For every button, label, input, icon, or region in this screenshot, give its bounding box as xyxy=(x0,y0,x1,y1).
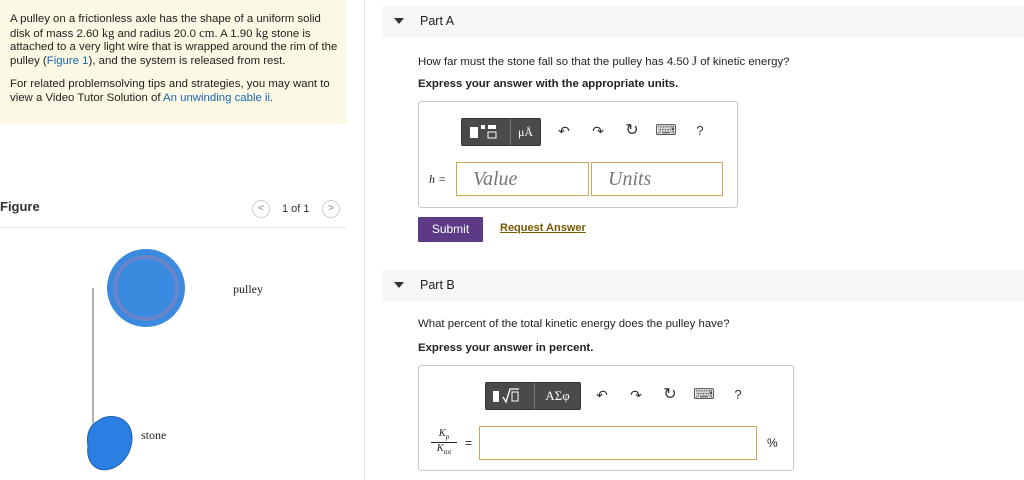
sqrt-templates-icon[interactable] xyxy=(486,383,534,409)
part-a-answer-box: μÅ ↶ ↷ ↻ ⌨ ? h = Value Units xyxy=(418,101,738,208)
toolbar-group: μÅ xyxy=(461,118,541,146)
tutor-paragraph: For related problemsolving tips and stra… xyxy=(10,78,330,104)
stone-label: stone xyxy=(141,428,167,442)
part-a-toolbar: μÅ ↶ ↷ ↻ ⌨ ? xyxy=(461,118,721,146)
equals-sign: = xyxy=(465,436,473,450)
figure-pager: < 1 of 1 > xyxy=(252,198,346,220)
pager-text: 1 of 1 xyxy=(282,203,310,215)
percent-input[interactable] xyxy=(479,426,757,460)
figure-title: Figure xyxy=(0,199,40,214)
fraction-numerator: Kp xyxy=(431,428,457,444)
stone-shape xyxy=(87,416,133,471)
fraction-label: Kp Ktot xyxy=(431,428,457,456)
pager-next-button[interactable]: > xyxy=(322,200,340,218)
part-b-answer-box: ΑΣφ ↶ ↷ ↻ ⌨ ? Kp Ktot = % xyxy=(418,365,794,471)
redo-icon[interactable]: ↷ xyxy=(587,118,609,144)
collapse-triangle-icon[interactable] xyxy=(394,282,404,288)
value-input[interactable]: Value xyxy=(456,162,589,196)
reset-icon[interactable]: ↻ xyxy=(621,118,643,144)
part-a-title: Part A xyxy=(420,14,455,28)
redo-icon[interactable]: ↷ xyxy=(625,382,647,408)
reset-icon[interactable]: ↻ xyxy=(659,382,681,408)
request-answer-link[interactable]: Request Answer xyxy=(500,222,586,234)
templates-icon[interactable] xyxy=(462,119,510,145)
video-tutor-link[interactable]: An unwinding cable ii xyxy=(163,92,270,104)
problem-paragraph: A pulley on a frictionless axle has the … xyxy=(10,13,338,67)
unit-kg: kg xyxy=(255,25,269,40)
toolbar-group: ΑΣφ xyxy=(485,382,581,410)
part-b-toolbar: ΑΣφ ↶ ↷ ↻ ⌨ ? xyxy=(485,382,765,410)
unit-kg: kg xyxy=(101,25,115,40)
units-button[interactable]: μÅ xyxy=(510,119,540,145)
undo-icon[interactable]: ↶ xyxy=(553,118,575,144)
figure-header: Figure < 1 of 1 > xyxy=(0,198,346,222)
pager-prev-button[interactable]: < xyxy=(252,200,270,218)
figure-link[interactable]: Figure 1 xyxy=(47,55,89,67)
pulley-label: pulley xyxy=(233,282,263,296)
pulley-rim xyxy=(113,255,179,321)
part-b-title: Part B xyxy=(420,278,455,292)
column-separator xyxy=(364,0,365,480)
undo-icon[interactable]: ↶ xyxy=(591,382,613,408)
problem-statement: A pulley on a frictionless axle has the … xyxy=(0,0,346,124)
collapse-triangle-icon[interactable] xyxy=(394,18,404,24)
part-b-instruction: Express your answer in percent. xyxy=(418,342,594,354)
pulley-figure xyxy=(87,249,185,471)
part-b-header[interactable]: Part B xyxy=(382,270,1024,302)
help-icon[interactable]: ? xyxy=(727,382,749,408)
part-a-header[interactable]: Part A xyxy=(382,6,1024,38)
part-a-instruction: Express your answer with the appropriate… xyxy=(418,78,679,90)
keyboard-icon[interactable]: ⌨ xyxy=(655,118,677,144)
units-input[interactable]: Units xyxy=(591,162,723,196)
greek-symbols-button[interactable]: ΑΣφ xyxy=(534,383,580,409)
keyboard-icon[interactable]: ⌨ xyxy=(693,382,715,408)
part-a-question: How far must the stone fall so that the … xyxy=(418,54,790,68)
unit-cm: cm xyxy=(199,25,215,40)
submit-button[interactable]: Submit xyxy=(418,217,483,242)
part-b-question: What percent of the total kinetic energy… xyxy=(418,318,730,330)
percent-unit: % xyxy=(767,436,778,450)
help-icon[interactable]: ? xyxy=(689,118,711,144)
variable-label-h: h = xyxy=(429,172,447,186)
fraction-denominator: Ktot xyxy=(436,443,452,457)
